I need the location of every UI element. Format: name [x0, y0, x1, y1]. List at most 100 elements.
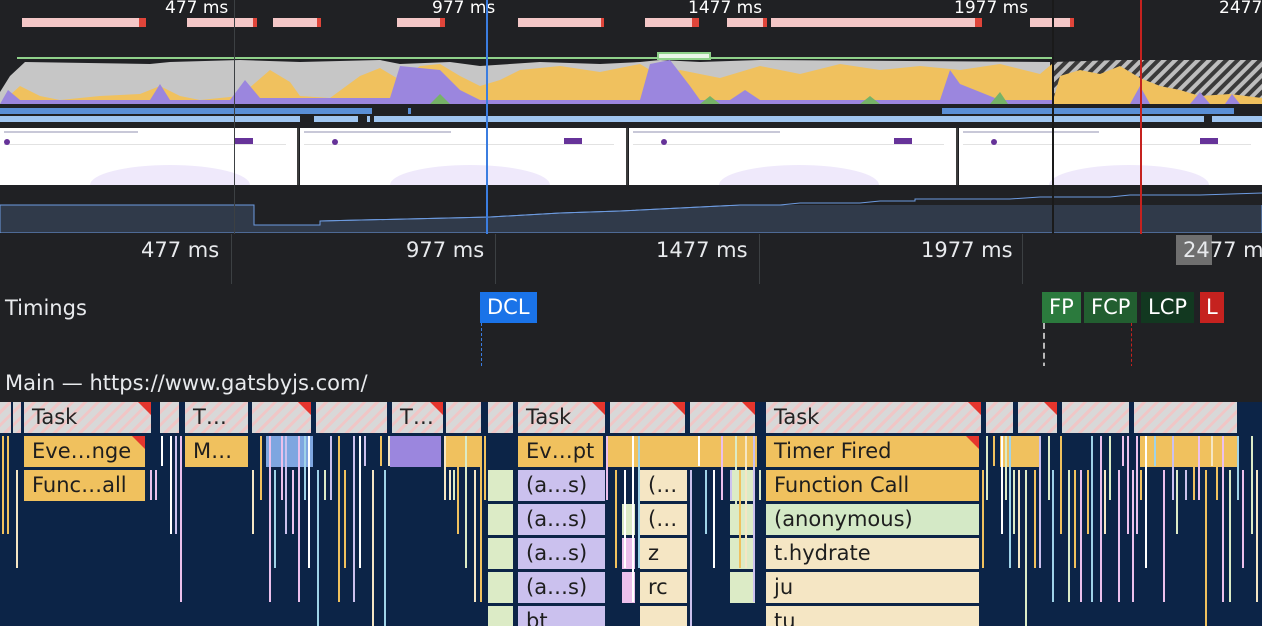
flame-sliver — [1080, 470, 1082, 602]
overview-time-label: 477 ms — [165, 0, 229, 18]
flame-sliver — [1025, 470, 1027, 626]
flame-block[interactable] — [488, 538, 514, 569]
flame-block[interactable] — [446, 402, 482, 433]
ruler-time-label: 2477 m — [1183, 238, 1262, 262]
flame-block[interactable]: ju — [766, 572, 980, 603]
flame-sliver — [690, 470, 692, 626]
task-block[interactable]: Task — [24, 402, 152, 433]
flame-sliver — [698, 436, 700, 466]
flame-block[interactable] — [390, 436, 442, 467]
task-block[interactable]: Task — [518, 402, 606, 433]
flame-sliver — [745, 436, 747, 568]
fp-marker-line — [1052, 0, 1054, 234]
flame-block[interactable] — [316, 402, 388, 433]
anonymous-block[interactable]: (a…s) — [518, 470, 606, 501]
task-block[interactable]: Task — [766, 402, 982, 433]
flame-block[interactable] — [690, 402, 756, 433]
page-screenshot-thumbnail[interactable] — [300, 128, 628, 185]
flame-sliver — [1039, 436, 1041, 568]
flame-sliver — [1163, 470, 1165, 602]
flame-sliver — [1060, 436, 1062, 534]
dcl-marker[interactable]: DCL — [480, 292, 537, 323]
flame-block[interactable]: z — [640, 538, 688, 569]
flame-sliver — [252, 470, 254, 534]
flame-sliver — [260, 436, 262, 500]
network-request-bar — [374, 116, 1204, 122]
time-ruler[interactable]: 477 ms 977 ms 1477 ms 1977 ms 2477 m — [0, 234, 1262, 269]
function-call-block[interactable]: Func…all — [24, 470, 146, 501]
flame-block[interactable]: (… — [640, 470, 688, 501]
flame-sliver — [1136, 436, 1138, 534]
cpu-activity-chart — [0, 60, 1262, 104]
flame-sliver — [1048, 436, 1050, 500]
main-thread-title: Main — https://www.gatsbyjs.com/ — [5, 371, 368, 395]
function-call-block[interactable]: Function Call — [766, 470, 980, 501]
flame-block[interactable] — [160, 402, 180, 433]
page-screenshot-thumbnail[interactable] — [0, 128, 299, 185]
event-block[interactable]: Eve…nge — [24, 436, 146, 467]
anonymous-block[interactable]: (a…s) — [518, 572, 606, 603]
flame-sliver — [338, 436, 340, 602]
event-block[interactable]: Ev…pt — [518, 436, 604, 467]
anonymous-block[interactable]: (anonymous) — [766, 504, 980, 535]
event-block[interactable]: M… — [185, 436, 249, 467]
flame-sliver — [753, 436, 755, 602]
task-block[interactable]: T… — [185, 402, 249, 433]
fp-marker[interactable]: FP — [1042, 292, 1081, 323]
hydrate-block[interactable]: t.hydrate — [766, 538, 980, 569]
flame-sliver — [721, 436, 723, 500]
page-screenshot-thumbnail[interactable] — [629, 128, 958, 185]
flame-block[interactable] — [488, 606, 514, 626]
lcp-marker[interactable]: LCP — [1141, 292, 1195, 323]
flame-sliver — [986, 436, 988, 500]
flame-sliver — [317, 470, 319, 626]
flame-block[interactable] — [488, 402, 514, 433]
flame-sliver — [16, 470, 18, 568]
load-marker[interactable]: L — [1200, 292, 1224, 323]
flame-sliver — [1216, 436, 1218, 500]
overview-time-label: 1477 ms — [688, 0, 763, 18]
flame-sliver — [465, 436, 467, 568]
timeline-overview[interactable]: 477 ms 977 ms 1477 ms 1977 ms 2477 — [0, 0, 1262, 234]
anonymous-block[interactable]: (a…s) — [518, 538, 606, 569]
flame-sliver — [739, 470, 741, 568]
flame-block[interactable] — [252, 402, 312, 433]
flame-block[interactable] — [1062, 402, 1130, 433]
flame-sliver — [1074, 470, 1076, 568]
timer-fired-block[interactable]: Timer Fired — [766, 436, 980, 467]
flame-block[interactable] — [986, 402, 1014, 433]
flame-block[interactable] — [488, 504, 514, 535]
fcp-marker[interactable]: FCP — [1084, 292, 1138, 323]
overview-time-label: 1977 ms — [954, 0, 1029, 18]
flame-sliver — [170, 436, 172, 534]
anonymous-block[interactable]: (a…s) — [518, 504, 606, 535]
flame-block[interactable] — [0, 402, 12, 433]
flame-block[interactable] — [13, 402, 22, 433]
overview-time-label: 2477 — [1219, 0, 1262, 18]
flame-block[interactable]: (… — [640, 504, 688, 535]
network-request-bar — [367, 116, 370, 122]
task-block[interactable]: T… — [392, 402, 444, 433]
flame-sliver — [624, 470, 626, 568]
flame-sliver — [1193, 436, 1195, 500]
flame-block[interactable]: rc — [640, 572, 688, 603]
flame-sliver — [1198, 436, 1200, 500]
flame-block[interactable] — [1018, 402, 1058, 433]
long-task-bar — [645, 18, 699, 27]
flame-block[interactable] — [1134, 402, 1238, 433]
flame-block[interactable] — [640, 606, 688, 626]
flame-block[interactable]: bt — [518, 606, 606, 626]
flame-block[interactable] — [266, 436, 314, 467]
flame-block[interactable] — [444, 436, 482, 467]
flame-block[interactable]: tu — [766, 606, 980, 626]
main-thread-flame-chart[interactable]: Task T… T… Task Task Eve…nge M… Ev…pt Ti… — [0, 402, 1262, 626]
flame-block[interactable] — [488, 470, 514, 501]
flame-sliver — [1034, 470, 1036, 568]
main-thread-header[interactable]: Main — https://www.gatsbyjs.com/ — [0, 366, 1262, 402]
flame-sliver — [1127, 436, 1129, 534]
flame-block[interactable] — [610, 402, 686, 433]
flame-sliver — [615, 470, 617, 568]
page-screenshot-thumbnail[interactable] — [959, 128, 1262, 185]
flame-block[interactable] — [488, 572, 514, 603]
flame-sliver — [7, 436, 9, 534]
